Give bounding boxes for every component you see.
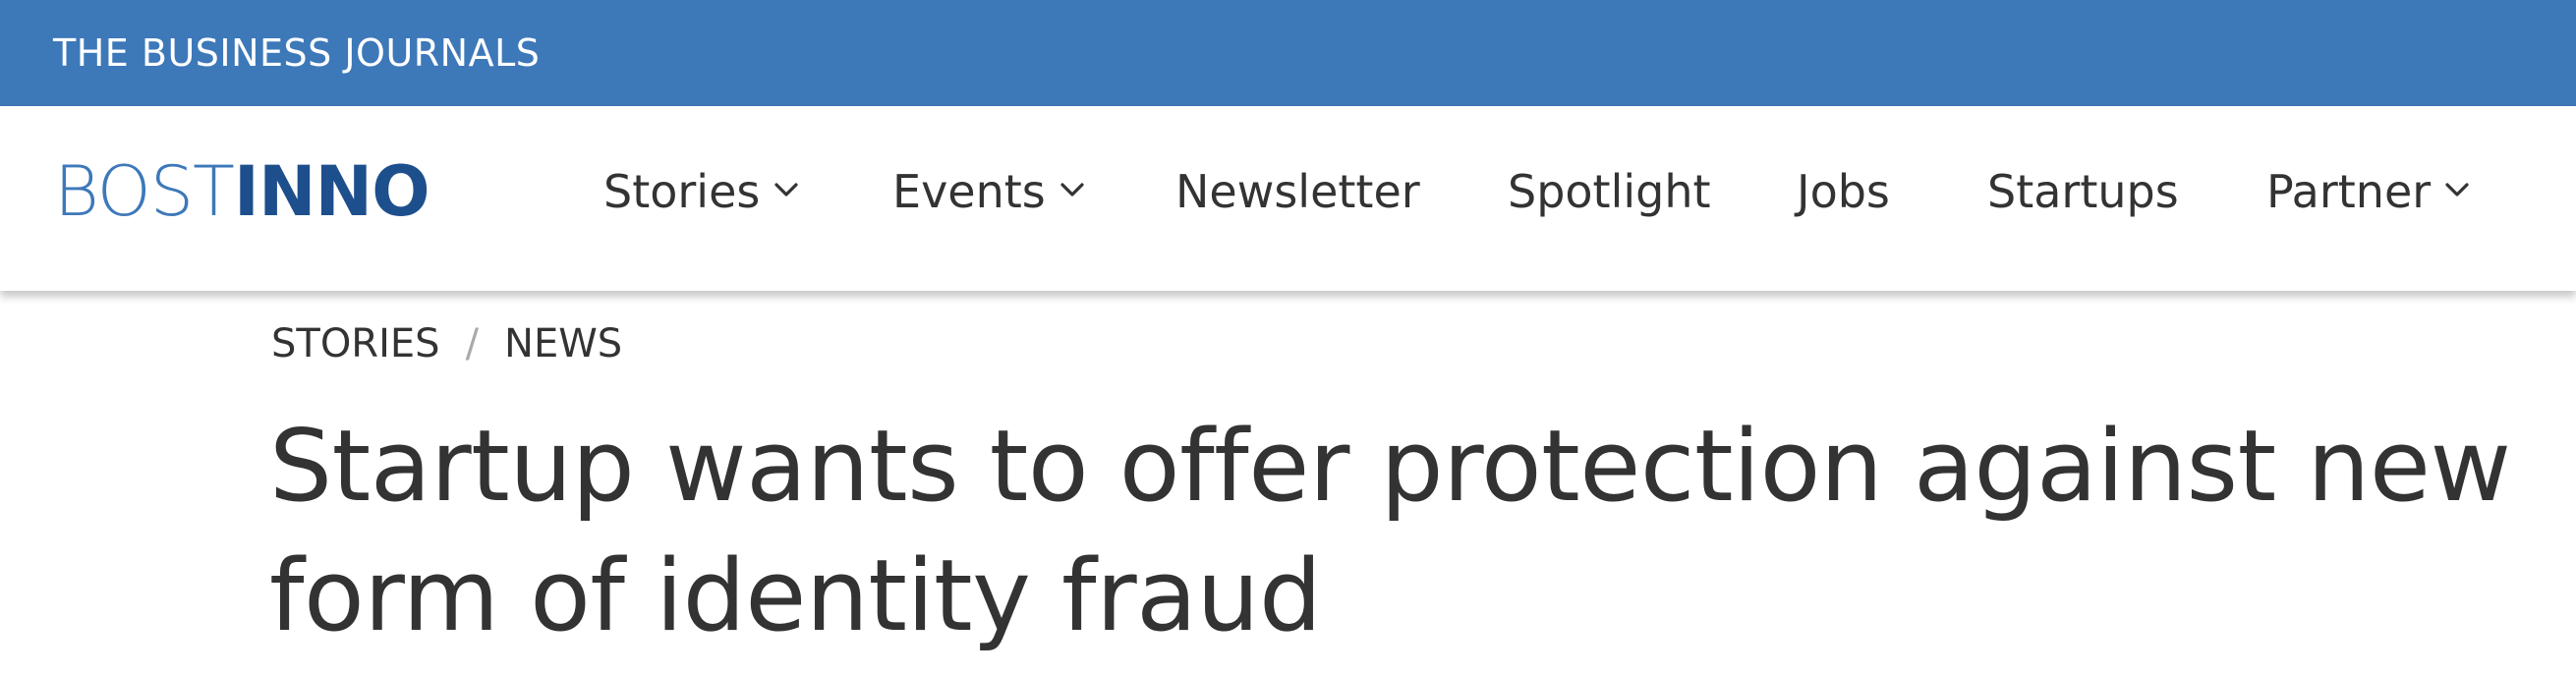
nav-item-label: Startups (1987, 165, 2179, 218)
chevron-down-icon (772, 175, 801, 204)
top-brand-bar: THE BUSINESS JOURNALS (0, 0, 2576, 106)
nav-item-newsletter[interactable]: Newsletter (1175, 169, 1420, 214)
nav-item-jobs[interactable]: Jobs (1797, 169, 1890, 214)
logo-bold-part: INNO (233, 151, 430, 232)
logo-light-part: BOST (54, 151, 235, 232)
nav-item-startups[interactable]: Startups (1987, 169, 2179, 214)
nav-item-label: Events (892, 165, 1046, 218)
bostinno-logo[interactable]: BOSTINNO (54, 157, 430, 226)
nav-item-label: Jobs (1797, 165, 1890, 218)
nav-item-label: Stories (603, 165, 761, 218)
article-headline: Startup wants to offer protection agains… (269, 408, 2511, 653)
business-journals-brand[interactable]: THE BUSINESS JOURNALS (53, 34, 540, 72)
nav-item-spotlight[interactable]: Spotlight (1508, 169, 1711, 214)
breadcrumb-stories[interactable]: STORIES (271, 324, 440, 364)
nav-item-events[interactable]: Events (892, 169, 1087, 214)
breadcrumb: STORIES / NEWS (271, 324, 622, 364)
nav-item-label: Spotlight (1508, 165, 1711, 218)
breadcrumb-news[interactable]: NEWS (504, 324, 622, 364)
chevron-down-icon (2442, 175, 2472, 204)
chevron-down-icon (1058, 175, 1087, 204)
nav-item-partner[interactable]: Partner (2266, 169, 2472, 214)
nav-item-stories[interactable]: Stories (603, 169, 801, 214)
nav-item-label: Partner (2266, 165, 2432, 218)
nav-item-label: Newsletter (1175, 165, 1420, 218)
breadcrumb-separator: / (465, 321, 480, 366)
main-navbar: BOSTINNO Stories Events Newsletter Spotl… (0, 106, 2576, 291)
